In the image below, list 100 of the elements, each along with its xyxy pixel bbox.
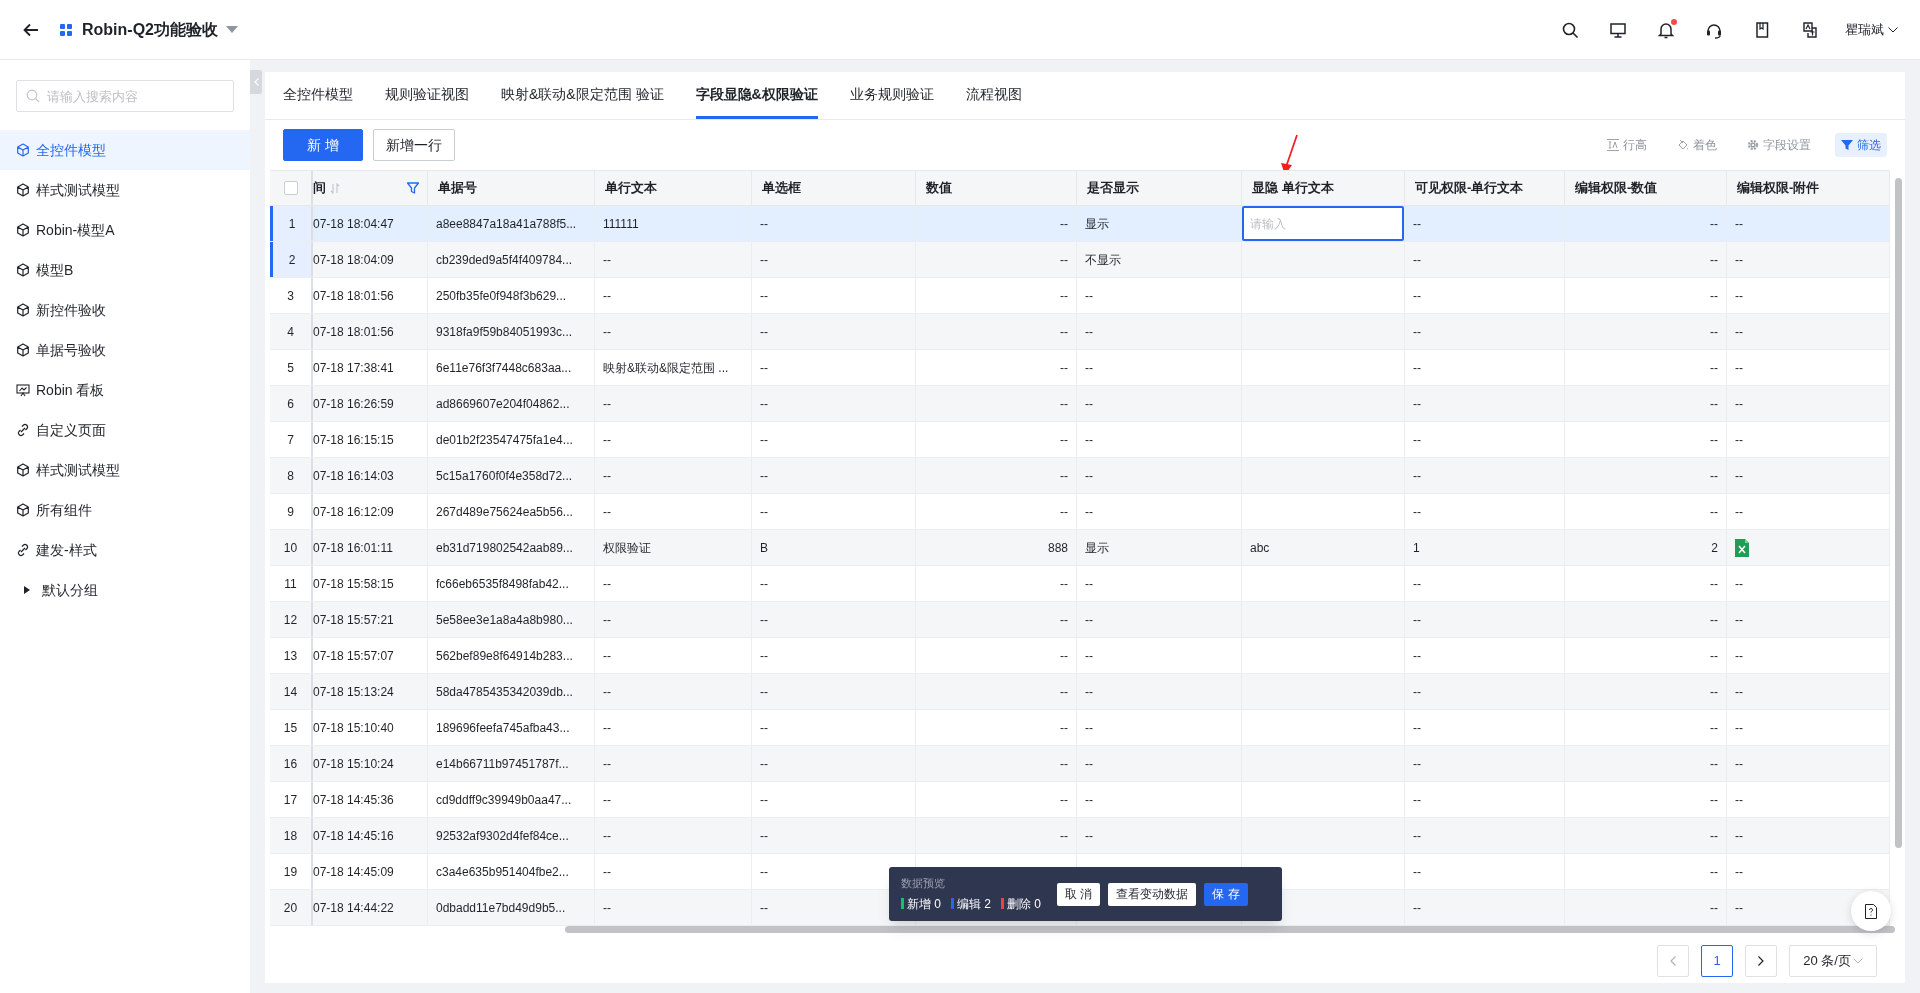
table-cell: -- — [1565, 602, 1727, 637]
table-cell: 111111 — [595, 206, 752, 241]
table-cell: -- — [752, 674, 916, 709]
table-cell: 888 — [916, 530, 1077, 565]
table-cell: 5c15a1760f0f4e358d72... — [428, 458, 595, 493]
table-cell: -- — [1405, 782, 1565, 817]
table-cell: 07-18 17:38:41 — [313, 350, 428, 385]
table-cell: 07-18 15:57:07 — [313, 638, 428, 673]
table-cell: 07-18 16:01:11 — [313, 530, 428, 565]
table-cell: -- — [1405, 494, 1565, 529]
table-cell: 267d489e75624ea5b56... — [428, 494, 595, 529]
table-cell: 07-18 18:04:09 — [313, 242, 428, 277]
table-cell: -- — [1405, 422, 1565, 457]
table-cell: -- — [1077, 314, 1242, 349]
table-cell: -- — [1565, 710, 1727, 745]
table-cell: -- — [752, 602, 916, 637]
table-cell: -- — [595, 458, 752, 493]
table-cell: -- — [1727, 494, 1890, 529]
table-cell: -- — [595, 638, 752, 673]
table-cell: -- — [1077, 350, 1242, 385]
row-number: 1 — [270, 206, 313, 241]
table-cell: -- — [752, 242, 916, 277]
table-cell: -- — [1405, 602, 1565, 637]
table-cell: -- — [1565, 674, 1727, 709]
change-count: 编辑 2 — [957, 895, 992, 913]
table-cell: -- — [1405, 350, 1565, 385]
table-cell: -- — [1727, 278, 1890, 313]
table-cell: -- — [595, 890, 752, 925]
table-cell: -- — [595, 818, 752, 853]
table-cell: -- — [1077, 818, 1242, 853]
table-cell: -- — [1077, 782, 1242, 817]
table-cell: -- — [595, 782, 752, 817]
table-cell: -- — [916, 206, 1077, 241]
table-cell: -- — [1727, 782, 1890, 817]
table-cell: 07-18 16:26:59 — [313, 386, 428, 421]
table-cell: -- — [1405, 242, 1565, 277]
table-cell: -- — [752, 206, 916, 241]
table-cell: -- — [916, 674, 1077, 709]
table-cell: -- — [752, 422, 916, 457]
table-cell: -- — [752, 386, 916, 421]
change-count: 删除 0 — [1007, 895, 1042, 913]
table-cell: B — [752, 530, 916, 565]
table-cell: -- — [916, 458, 1077, 493]
table-cell: -- — [1727, 350, 1890, 385]
table-cell: 07-18 16:12:09 — [313, 494, 428, 529]
table-cell: -- — [1405, 638, 1565, 673]
table-cell: abc — [1242, 530, 1405, 565]
table-cell: -- — [1565, 350, 1727, 385]
row-number: 2 — [270, 242, 313, 277]
table-cell: 映射&联动&限定范围 ... — [595, 350, 752, 385]
table-cell: -- — [1727, 566, 1890, 601]
table-cell: -- — [752, 638, 916, 673]
table-cell: -- — [1565, 278, 1727, 313]
table-cell: 07-18 14:44:22 — [313, 890, 428, 925]
table-cell: -- — [1405, 746, 1565, 781]
table-cell: -- — [1077, 494, 1242, 529]
table-cell: -- — [1565, 782, 1727, 817]
table-cell: 07-18 14:45:16 — [313, 818, 428, 853]
table-cell: -- — [1405, 854, 1565, 889]
table-cell: -- — [1077, 638, 1242, 673]
table-cell: -- — [1727, 458, 1890, 493]
table-cell: -- — [1565, 314, 1727, 349]
table-cell: de01b2f23547475fa1e4... — [428, 422, 595, 457]
table-cell: -- — [1727, 638, 1890, 673]
table-cell: -- — [752, 818, 916, 853]
table-cell: -- — [1077, 746, 1242, 781]
app-title: Robin-Q2功能验收 — [82, 19, 218, 40]
table-cell: -- — [1405, 890, 1565, 925]
table-cell: -- — [1077, 458, 1242, 493]
table-cell: -- — [916, 746, 1077, 781]
table-cell: -- — [1405, 458, 1565, 493]
table-cell: -- — [916, 314, 1077, 349]
table-cell: 562bef89e8f64914b283... — [428, 638, 595, 673]
table-cell: -- — [595, 386, 752, 421]
table-cell: -- — [1077, 710, 1242, 745]
table-cell: -- — [1565, 638, 1727, 673]
table-cell: 07-18 15:58:15 — [313, 566, 428, 601]
table-cell: -- — [916, 782, 1077, 817]
table-cell: ad8669607e204f04862... — [428, 386, 595, 421]
table-cell: 07-18 18:01:56 — [313, 314, 428, 349]
table-cell: 07-18 14:45:09 — [313, 854, 428, 889]
table-cell: 权限验证 — [595, 530, 752, 565]
table-cell: -- — [1077, 386, 1242, 421]
table-cell: -- — [916, 386, 1077, 421]
table-cell: -- — [752, 278, 916, 313]
table-cell: 07-18 15:10:24 — [313, 746, 428, 781]
table-cell: -- — [752, 350, 916, 385]
table-cell: 不显示 — [1077, 242, 1242, 277]
table-cell: -- — [752, 782, 916, 817]
table-cell: -- — [1727, 422, 1890, 457]
table-cell: -- — [595, 674, 752, 709]
table-cell: 189696feefa745afba43... — [428, 710, 595, 745]
table-cell: cb239ded9a5f4f409784... — [428, 242, 595, 277]
table-cell: -- — [595, 746, 752, 781]
table-cell: -- — [752, 746, 916, 781]
table-cell: -- — [1727, 242, 1890, 277]
table-cell: 9318fa9f59b84051993c... — [428, 314, 595, 349]
table-cell: -- — [1565, 890, 1727, 925]
table-cell: -- — [916, 566, 1077, 601]
table-cell: -- — [1727, 314, 1890, 349]
